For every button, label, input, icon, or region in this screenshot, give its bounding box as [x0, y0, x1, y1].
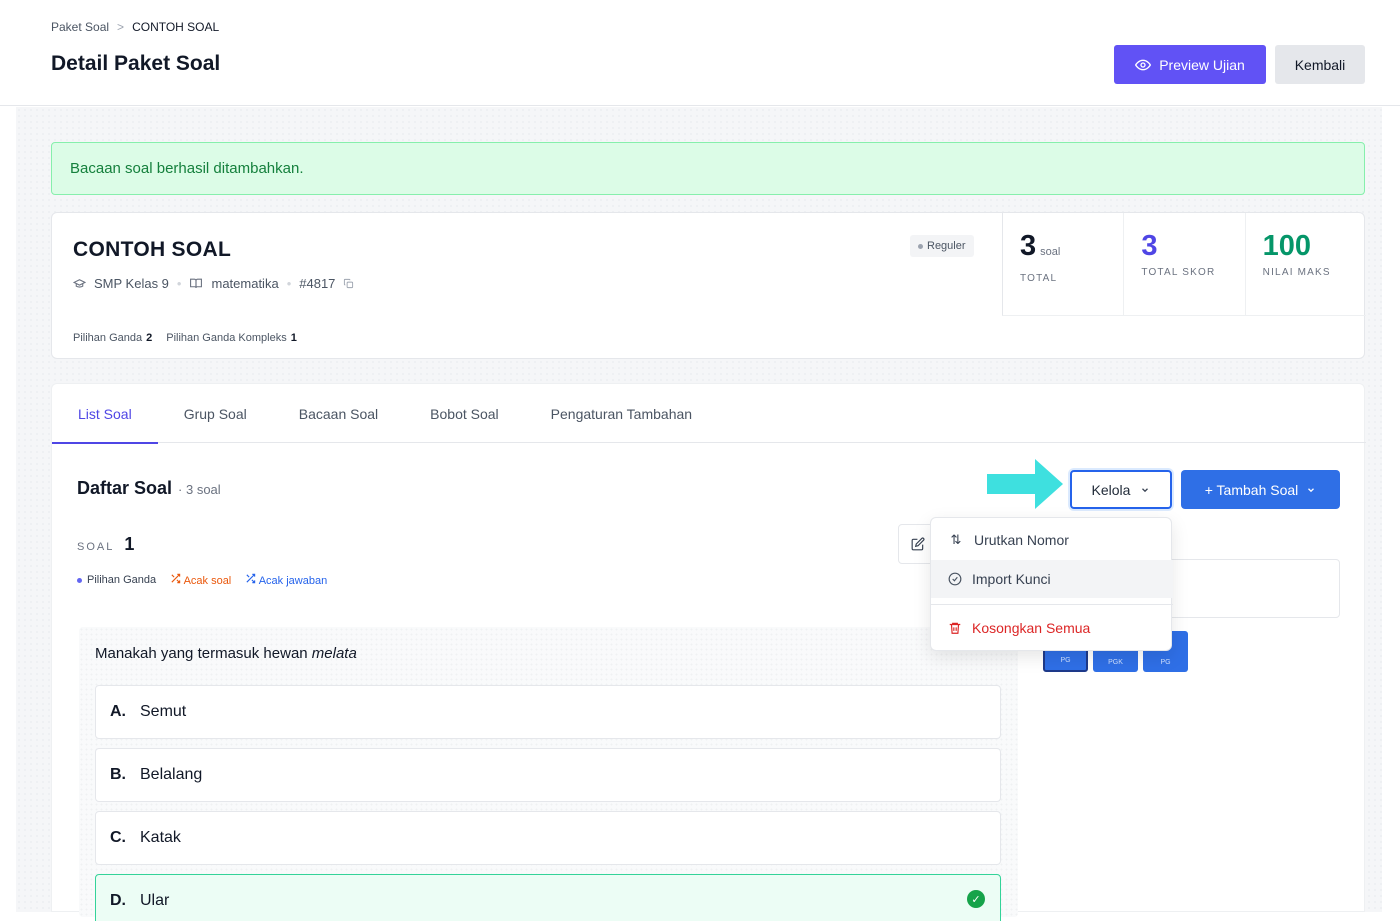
kelola-dropdown-button[interactable]: Kelola [1070, 470, 1172, 509]
type-badge-label: Reguler [927, 240, 966, 252]
sort-icon: ⇅ [950, 532, 962, 547]
shuffle-icon [171, 573, 181, 584]
package-info-card: CONTOH SOAL SMP Kelas 9 • matematika • #… [51, 212, 1366, 359]
meta-dot: • [286, 276, 292, 291]
graduation-cap-icon [73, 279, 86, 288]
stat-total: 3 soal TOTAL [1003, 213, 1125, 315]
package-subject: matematika [211, 276, 279, 291]
answer-option-a[interactable]: A. Semut [95, 685, 1001, 739]
question-list-heading: Daftar Soal · 3 soal [77, 478, 221, 499]
question-number-value: 1 [124, 534, 135, 554]
question-type-summary: Pilihan Ganda 2 Pilihan Ganda Kompleks 1 [73, 332, 297, 344]
back-button[interactable]: Kembali [1275, 45, 1365, 84]
badge-dot [918, 243, 923, 249]
menu-divider [931, 604, 1173, 605]
question-type-tag: Pilihan Ganda [77, 574, 156, 586]
tab-bacaan-soal[interactable]: Bacaan Soal [273, 384, 404, 443]
breadcrumb: Paket Soal > CONTOH SOAL [51, 20, 219, 34]
chevron-down-icon [1142, 487, 1149, 492]
stat-total-skor-label: TOTAL SKOR [1141, 267, 1216, 278]
alert-message: Bacaan soal berhasil ditambahkan. [70, 160, 304, 177]
package-meta: SMP Kelas 9 • matematika • #4817 [73, 276, 354, 291]
preview-exam-button[interactable]: Preview Ujian [1114, 45, 1266, 84]
chevron-down-icon [1308, 487, 1315, 492]
stat-total-value: 3 soal [1020, 230, 1061, 262]
package-title: CONTOH SOAL [73, 238, 232, 261]
package-stats: 3 soal TOTAL 3 TOTAL SKOR 100 NILAI MAKS [1002, 213, 1366, 316]
shuffle-answer-tag: Acak jawaban [245, 573, 327, 587]
type-summary-item: Pilihan Ganda 2 [73, 332, 153, 344]
trash-icon [949, 622, 961, 634]
stat-total-label: TOTAL [1020, 273, 1058, 284]
answer-option-b[interactable]: B. Belalang [95, 748, 1001, 802]
kelola-dropdown-menu: ⇅ Urutkan Nomor Import Kunci Kosongkan S… [930, 517, 1173, 651]
meta-dot: • [176, 276, 182, 291]
type-dot [77, 577, 82, 583]
check-icon: ✓ [967, 890, 985, 908]
book-icon [190, 278, 203, 288]
success-alert: Bacaan soal berhasil ditambahkan. [51, 142, 1365, 195]
tab-pengaturan-tambahan[interactable]: Pengaturan Tambahan [525, 384, 718, 443]
copy-icon[interactable] [343, 278, 354, 289]
stat-nilai-maks-value: 100 [1262, 230, 1312, 262]
package-grade: SMP Kelas 9 [94, 276, 169, 291]
stat-total-skor-value: 3 [1141, 230, 1158, 262]
type-badge: Reguler [910, 235, 974, 257]
question-text: Manakah yang termasuk hewan melata [95, 645, 357, 662]
question-tags: Pilihan Ganda Acak soal Acak jawaban [77, 573, 327, 587]
stat-nilai-maks: 100 NILAI MAKS [1246, 213, 1366, 315]
tab-grup-soal[interactable]: Grup Soal [158, 384, 273, 443]
question-number: SOAL 1 [77, 534, 134, 555]
tab-list-soal[interactable]: List Soal [52, 384, 158, 444]
answer-option-d[interactable]: D. Ular ✓ [95, 874, 1001, 921]
edit-icon [911, 537, 925, 551]
tab-bobot-soal[interactable]: Bobot Soal [404, 384, 525, 443]
breadcrumb-separator: > [117, 20, 125, 34]
menu-item-import-kunci[interactable]: Import Kunci [931, 560, 1173, 598]
question-label: SOAL [77, 541, 115, 553]
check-circle-icon [948, 572, 962, 586]
answer-option-c[interactable]: C. Katak [95, 811, 1001, 865]
top-bar: Paket Soal > CONTOH SOAL Detail Paket So… [0, 0, 1400, 106]
question-list-count: · 3 soal [178, 482, 221, 497]
preview-exam-label: Preview Ujian [1159, 56, 1245, 73]
menu-item-kosongkan-semua[interactable]: Kosongkan Semua [931, 609, 1173, 647]
kelola-label: Kelola [1091, 481, 1131, 498]
stat-nilai-maks-label: NILAI MAKS [1262, 267, 1331, 278]
menu-item-urutkan-nomor[interactable]: ⇅ Urutkan Nomor [931, 521, 1173, 559]
package-id: #4817 [299, 276, 336, 291]
shuffle-icon [246, 573, 256, 584]
arrow-right-icon [987, 459, 1063, 509]
eye-icon [1135, 59, 1152, 70]
add-question-label: + Tambah Soal [1204, 481, 1299, 498]
breadcrumb-root[interactable]: Paket Soal [51, 20, 109, 34]
type-summary-item: Pilihan Ganda Kompleks 1 [166, 332, 297, 344]
tab-bar: List Soal Grup Soal Bacaan Soal Bobot So… [52, 384, 1366, 444]
question-body: Manakah yang termasuk hewan melata A. Sem… [79, 627, 1018, 921]
page-title: Detail Paket Soal [51, 52, 221, 75]
shuffle-question-tag: Acak soal [170, 573, 231, 587]
breadcrumb-current: CONTOH SOAL [132, 20, 220, 34]
add-question-button[interactable]: + Tambah Soal [1181, 470, 1340, 509]
stat-total-skor: 3 TOTAL SKOR [1124, 213, 1246, 315]
question-list-title: Daftar Soal [77, 478, 173, 498]
